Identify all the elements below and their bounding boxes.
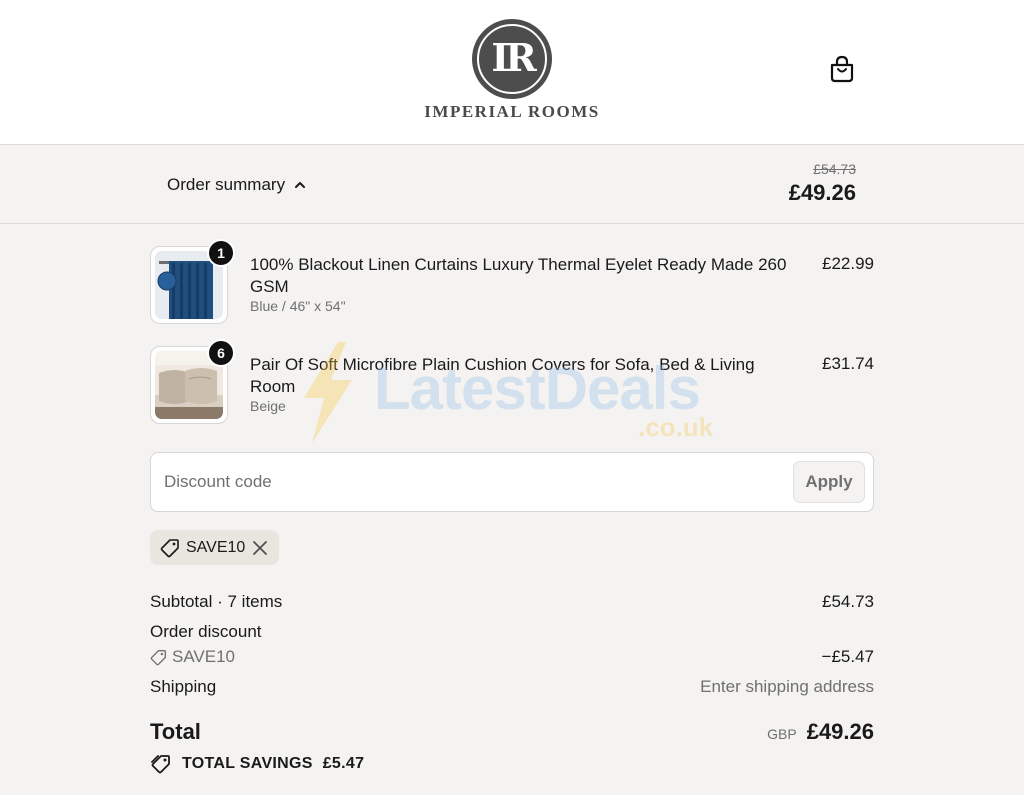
logo-monogram: IR <box>491 35 536 80</box>
tag-icon <box>151 755 170 774</box>
discount-code-input[interactable] <box>152 454 806 510</box>
order-summary-bar: Order summary £54.73 £49.26 <box>0 145 1024 224</box>
order-discount-code-text: SAVE10 <box>172 647 236 666</box>
summary-total: £49.26 <box>788 180 856 205</box>
apply-discount-button[interactable]: Apply <box>793 461 865 503</box>
savings-value: £5.47 <box>322 755 365 772</box>
applied-discount-chip: SAVE10 <box>150 530 280 565</box>
brand-logo[interactable]: IR <box>472 19 552 99</box>
original-total: £54.73 <box>813 161 856 177</box>
total-row: Total GBP £49.26 <box>150 719 874 745</box>
order-discount-code-row: SAVE10 −£5.47 <box>150 647 874 667</box>
product-thumbnail: 1 <box>150 239 235 324</box>
tag-icon <box>160 538 179 557</box>
order-discount-label: Order discount <box>150 622 262 641</box>
product-thumbnail: 6 <box>150 339 235 424</box>
shipping-label: Shipping <box>150 677 217 696</box>
subtotal-value: £54.73 <box>822 592 874 611</box>
item-price: £31.74 <box>822 354 874 373</box>
quantity-badge: 1 <box>207 239 235 267</box>
total-value: £49.26 <box>806 719 874 744</box>
discount-code-field: Apply <box>150 452 874 512</box>
total-savings: TOTAL SAVINGS £5.47 <box>150 753 364 775</box>
subtotal-row: Subtotal · 7 items £54.73 <box>150 592 874 612</box>
item-variant: Beige <box>250 398 286 414</box>
chevron-up-icon <box>295 182 306 188</box>
applied-code-label: SAVE10 <box>186 538 246 556</box>
order-summary-toggle[interactable]: Order summary <box>167 175 307 195</box>
savings-label: TOTAL SAVINGS <box>182 755 313 772</box>
shipping-value: Enter shipping address <box>700 677 874 696</box>
item-title: Pair Of Soft Microfibre Plain Cushion Co… <box>250 355 755 396</box>
total-label: Total <box>150 719 201 744</box>
line-item: 6 Pair Of Soft Microfibre Plain Cushion … <box>150 339 874 426</box>
currency-code: GBP <box>767 726 797 742</box>
item-variant: Blue / 46" x 54" <box>250 298 346 314</box>
shipping-row: Shipping Enter shipping address <box>150 677 874 697</box>
order-summary-label: Order summary <box>167 175 286 194</box>
order-discount-value: −£5.47 <box>821 647 874 666</box>
close-icon <box>253 540 268 555</box>
total-value-group: GBP £49.26 <box>767 719 874 745</box>
tag-icon <box>150 649 166 665</box>
remove-discount-button[interactable] <box>251 539 269 557</box>
shopping-bag-icon[interactable] <box>829 55 855 83</box>
line-item: 1 100% Blackout Linen Curtains Luxury Th… <box>150 239 874 326</box>
order-discount-code: SAVE10 <box>150 647 874 667</box>
order-discount-row: Order discount <box>150 622 874 642</box>
item-title: 100% Blackout Linen Curtains Luxury Ther… <box>250 255 787 296</box>
subtotal-label: Subtotal · 7 items <box>150 592 283 611</box>
brand-name: IMPERIAL ROOMS <box>424 102 600 121</box>
quantity-badge: 6 <box>207 339 235 367</box>
item-price: £22.99 <box>822 254 874 273</box>
site-header: IR IMPERIAL ROOMS <box>0 0 1024 145</box>
